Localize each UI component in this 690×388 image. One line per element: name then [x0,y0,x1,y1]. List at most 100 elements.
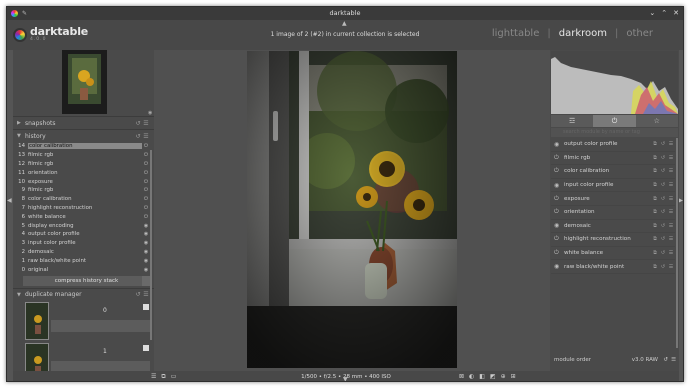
main-image[interactable] [247,51,457,368]
module-header[interactable]: ⏻ filmic rgb ⧉ ↺ ☰ [551,152,675,166]
presets-icon[interactable]: ☰ [667,236,675,242]
multi-instance-icon[interactable]: ⧉ [651,236,659,242]
multi-instance-icon[interactable]: ⧉ [651,250,659,256]
module-power-icon[interactable]: ⏻ [554,235,564,243]
reset-icon[interactable]: ↺ [659,264,667,270]
module-header[interactable]: ◉ demosaic ⧉ ↺ ☰ [551,220,675,234]
right-scrollbar[interactable] [676,138,678,348]
right-panel-arrow-icon[interactable]: ▶ [678,197,683,204]
minimize-icon[interactable]: ⌄ [649,7,655,20]
multi-instance-icon[interactable]: ⧉ [651,223,659,229]
multi-instance-icon[interactable]: ⧉ [651,141,659,147]
module-order-value[interactable]: v3.0 RAW [632,357,658,363]
left-scrollbar[interactable] [150,150,152,340]
reset-icon[interactable]: ↺ [659,236,667,242]
presets-icon[interactable]: ☰ [667,250,675,256]
reset-icon[interactable]: ↺ [134,133,142,140]
view-lighttable[interactable]: lighttable [492,28,540,39]
history-item[interactable]: 1 raw black/white point ◉ [17,256,150,265]
reset-icon[interactable]: ↺ [659,196,667,202]
reset-icon[interactable]: ↺ [659,155,667,161]
reset-icon[interactable]: ↺ [659,209,667,215]
module-header[interactable]: ⏻ white balance ⧉ ↺ ☰ [551,247,675,261]
module-power-icon[interactable]: ◉ [554,222,564,229]
histogram[interactable] [551,51,678,114]
presets-icon[interactable]: ☰ [667,196,675,202]
module-header[interactable]: ⏻ exposure ⧉ ↺ ☰ [551,192,675,206]
module-header[interactable]: ⏻ color calibration ⧉ ↺ ☰ [551,165,675,179]
history-item[interactable]: 11 orientation ⏻ [17,168,150,177]
guides-icon[interactable]: ⊞ [511,373,516,380]
presets-icon[interactable]: ☰ [671,357,676,363]
presets-icon[interactable]: ☰ [142,133,150,140]
clipping-icon[interactable]: ◐ [469,373,474,380]
multi-instance-icon[interactable]: ⧉ [651,196,659,202]
multi-instance-icon[interactable]: ⧉ [651,168,659,174]
compress-history-button[interactable]: compress history stack [23,275,151,286]
history-item[interactable]: 9 filmic rgb ⏻ [17,186,150,195]
top-panel-arrow-icon[interactable]: ▲ [342,20,347,27]
presets-icon[interactable]: ☰ [667,223,675,229]
focus-peaking-icon[interactable]: ⊕ [501,373,506,380]
reset-icon[interactable]: ↺ [659,250,667,256]
group-power-icon[interactable]: ⏻ [593,115,636,127]
module-power-icon[interactable]: ⏻ [554,167,564,175]
reset-icon[interactable]: ↺ [659,168,667,174]
softproof-icon[interactable]: ◧ [479,373,485,380]
multi-instance-icon[interactable]: ⧉ [651,264,659,270]
history-item[interactable]: 3 input color profile ◉ [17,239,150,248]
close-icon[interactable]: ✕ [673,7,679,20]
module-power-icon[interactable]: ⏻ [554,195,564,203]
module-power-icon[interactable]: ⏻ [554,208,564,216]
presets-icon[interactable]: ☰ [667,155,675,161]
group-favorites-icon[interactable]: ☆ [636,115,678,127]
history-item[interactable]: 7 highlight reconstruction ⏻ [17,204,150,213]
presets-icon[interactable]: ☰ [142,291,150,298]
reset-icon[interactable]: ↺ [134,291,142,298]
duplicate-manager-header[interactable]: ▼ duplicate manager ↺ ☰ [13,287,154,301]
module-header[interactable]: ⏻ highlight reconstruction ⧉ ↺ ☰ [551,233,675,247]
duplicate-thumbnail[interactable] [25,301,49,340]
bottom-panel-arrow-icon[interactable]: ▼ [343,376,348,381]
history-item[interactable]: 10 exposure ⏻ [17,177,150,186]
history-item[interactable]: 14 color calibration ⏻ [17,142,150,151]
reset-icon[interactable]: ↺ [134,120,142,127]
reset-icon[interactable]: ↺ [659,182,667,188]
duplicate-item[interactable]: 0 [23,301,150,342]
module-header[interactable]: ◉ output color profile ⧉ ↺ ☰ [551,138,675,152]
reset-icon[interactable]: ↺ [659,223,667,229]
history-item[interactable]: 13 filmic rgb ⏻ [17,151,150,160]
group-active-modules-icon[interactable]: ☲ [551,115,593,127]
module-power-icon[interactable]: ◉ [554,182,564,189]
presets-icon[interactable]: ☰ [667,209,675,215]
history-item[interactable]: 12 filmic rgb ⏻ [17,160,150,169]
module-header[interactable]: ◉ input color profile ⧉ ↺ ☰ [551,179,675,193]
module-search-input[interactable]: search module by name or tag [551,128,678,137]
raw-overexposed-icon[interactable]: ⊠ [459,373,464,380]
module-power-icon[interactable]: ◉ [554,263,564,270]
history-item[interactable]: 8 color calibration ⏻ [17,195,150,204]
reset-icon[interactable]: ↺ [659,141,667,147]
presets-icon[interactable]: ☰ [667,182,675,188]
gamut-check-icon[interactable]: ◩ [490,373,496,380]
module-power-icon[interactable]: ⏻ [554,249,564,257]
delete-duplicate-icon[interactable] [143,344,149,351]
left-panel-arrow-icon[interactable]: ◀ [7,197,12,204]
view-darkroom[interactable]: darkroom [559,28,607,39]
presets-icon[interactable]: ☰ [667,264,675,270]
history-header[interactable]: ▼ history ↺ ☰ [13,129,154,142]
presets-icon[interactable]: ☰ [667,168,675,174]
multi-instance-icon[interactable]: ⧉ [651,182,659,188]
pin-icon[interactable]: ✎ [22,10,27,17]
presets-icon[interactable]: ☰ [667,141,675,147]
zoom-eye-icon[interactable]: ◉ [148,110,152,116]
view-other[interactable]: other [626,28,653,39]
history-item[interactable]: 6 white balance ⏻ [17,212,150,221]
history-item[interactable]: 2 demosaic ◉ [17,248,150,257]
history-item[interactable]: 0 original ◉ [17,265,150,274]
maximize-icon[interactable]: ⌃ [661,7,667,20]
reset-icon[interactable]: ↺ [663,357,668,363]
multi-instance-icon[interactable]: ⧉ [651,209,659,215]
module-power-icon[interactable]: ⏻ [554,154,564,162]
history-item[interactable]: 4 output color profile ◉ [17,230,150,239]
